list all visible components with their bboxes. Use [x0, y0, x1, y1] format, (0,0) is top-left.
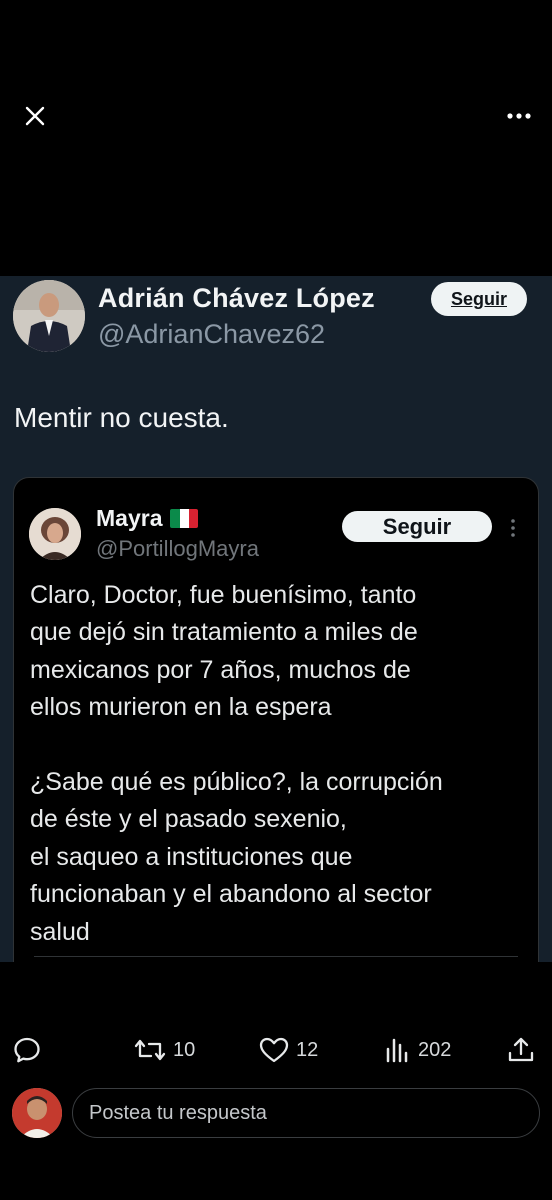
viewer-top-bar: [0, 0, 552, 276]
tweet-actions-bar: 10 12 202: [0, 1030, 552, 1070]
retweet-count: 10: [173, 1038, 196, 1061]
text-line: Claro, Doctor, fue buenísimo, tanto: [30, 581, 417, 609]
author-name: Adrián Chávez López: [98, 283, 375, 313]
author-handle: @AdrianChavez62: [98, 319, 326, 349]
text-line: el saqueo a instituciones que: [30, 842, 353, 871]
text-line: ellos murieron en la espera: [30, 693, 332, 722]
follow-button[interactable]: Seguir: [431, 282, 527, 316]
text-line: de éste y el pasado sexenio,: [30, 805, 347, 834]
share-button[interactable]: [506, 1030, 536, 1070]
more-vertical-icon: [511, 519, 515, 537]
retweet-button[interactable]: 10: [133, 1030, 195, 1070]
text-line: salud: [30, 917, 90, 946]
views-button[interactable]: 202: [384, 1030, 451, 1070]
more-options-button[interactable]: [504, 101, 534, 131]
text-line: funcionaban y el abandono al sector: [30, 880, 432, 909]
current-user-avatar: [12, 1088, 62, 1138]
quoted-author-name: Mayra: [96, 505, 163, 531]
close-button[interactable]: [20, 101, 50, 131]
reply-composer: [0, 1085, 552, 1141]
quoted-author-avatar: [29, 508, 81, 560]
text-line: mexicanos por 7 años, muchos de: [30, 655, 411, 684]
reply-icon: [14, 1037, 40, 1063]
more-horizontal-icon: [507, 113, 531, 119]
quoted-author-name-row: Mayra: [96, 505, 199, 532]
close-icon: [25, 106, 45, 126]
tweet-text: Mentir no cuesta.: [14, 402, 229, 433]
quoted-author-handle: @PortillogMayra: [96, 536, 259, 561]
reply-button[interactable]: [12, 1030, 42, 1070]
bar-chart-icon: [386, 1038, 408, 1063]
share-icon: [508, 1037, 534, 1062]
text-line: que dejó sin tratamiento a miles de: [30, 618, 418, 647]
quoted-more-button[interactable]: [507, 516, 519, 540]
text-line: ¿Sabe qué es público?, la corrupción: [30, 768, 443, 797]
like-count: 12: [296, 1038, 319, 1061]
mexico-flag-icon: [170, 509, 199, 528]
author-avatar: [13, 280, 85, 352]
heart-icon: [259, 1037, 289, 1063]
reply-input[interactable]: [72, 1088, 540, 1138]
quoted-tweet-text: Claro, Doctor, fue buenísimo, tanto que …: [30, 577, 530, 951]
views-count: 202: [418, 1038, 452, 1061]
tweet-screenshot-image: Adrián Chávez López @AdrianChavez62 Segu…: [0, 276, 552, 962]
quoted-follow-button[interactable]: Seguir: [342, 511, 492, 542]
divider: [34, 956, 518, 957]
retweet-icon: [134, 1039, 166, 1061]
quoted-tweet-card: Mayra @PortillogMayra Seguir Claro, Doct…: [13, 477, 539, 962]
like-button[interactable]: 12: [258, 1030, 318, 1070]
